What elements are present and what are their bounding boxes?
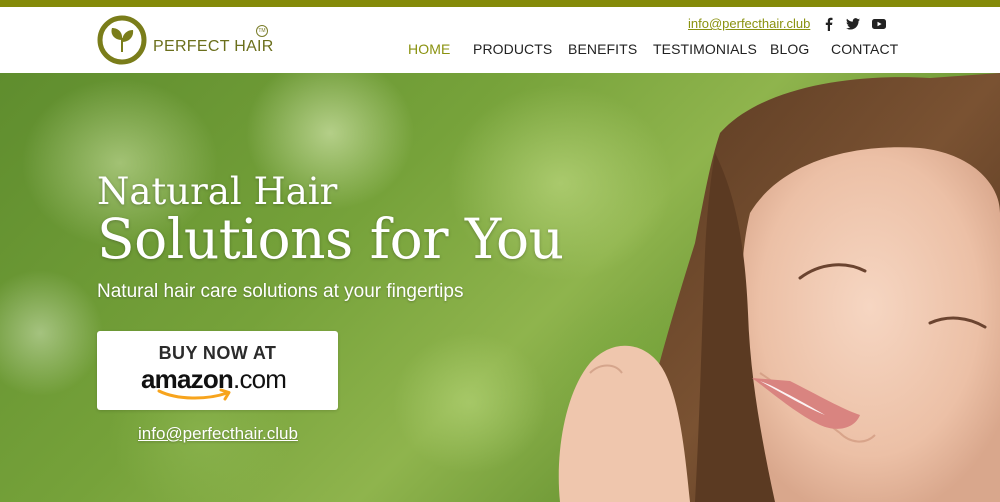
- youtube-icon: [872, 19, 886, 29]
- buy-on-amazon-button[interactable]: BUY NOW AT amazon.com: [97, 331, 338, 410]
- facebook-icon: [825, 17, 832, 31]
- amazon-smile-icon: [157, 388, 231, 401]
- buy-now-label: BUY NOW AT: [158, 343, 277, 363]
- twitter-icon: [846, 18, 860, 30]
- trademark-mark: TM: [256, 25, 268, 37]
- hero-subtitle: Natural hair care solutions at your fing…: [97, 281, 464, 302]
- nav-contact[interactable]: CONTACT: [831, 41, 898, 57]
- hero-woman-photo: [558, 73, 1000, 502]
- amazon-store-suffix: .com: [233, 364, 287, 394]
- hero-headline-line2: Solutions for You: [97, 207, 564, 271]
- hero-banner: Natural Hair Solutions for You Natural h…: [0, 73, 1000, 502]
- site-header: PERFECT HAIR TM info@perfecthair.club HO…: [0, 7, 1000, 73]
- nav-benefits[interactable]: BENEFITS: [568, 41, 637, 57]
- brand-name: PERFECT HAIR: [153, 38, 274, 55]
- nav-products[interactable]: PRODUCTS: [473, 41, 552, 57]
- hero-email-link[interactable]: info@perfecthair.club: [138, 424, 298, 444]
- header-email-link[interactable]: info@perfecthair.club: [688, 16, 810, 31]
- facebook-link[interactable]: [820, 16, 836, 32]
- top-accent-stripe: [0, 0, 1000, 7]
- twitter-link[interactable]: [845, 16, 861, 32]
- logo-link[interactable]: PERFECT HAIR TM: [96, 14, 276, 68]
- nav-testimonials[interactable]: TESTIMONIALS: [653, 41, 757, 57]
- nav-blog[interactable]: BLOG: [770, 41, 809, 57]
- nav-home[interactable]: HOME: [408, 41, 450, 57]
- leaf-logo-icon: [97, 15, 147, 65]
- youtube-link[interactable]: [871, 16, 887, 32]
